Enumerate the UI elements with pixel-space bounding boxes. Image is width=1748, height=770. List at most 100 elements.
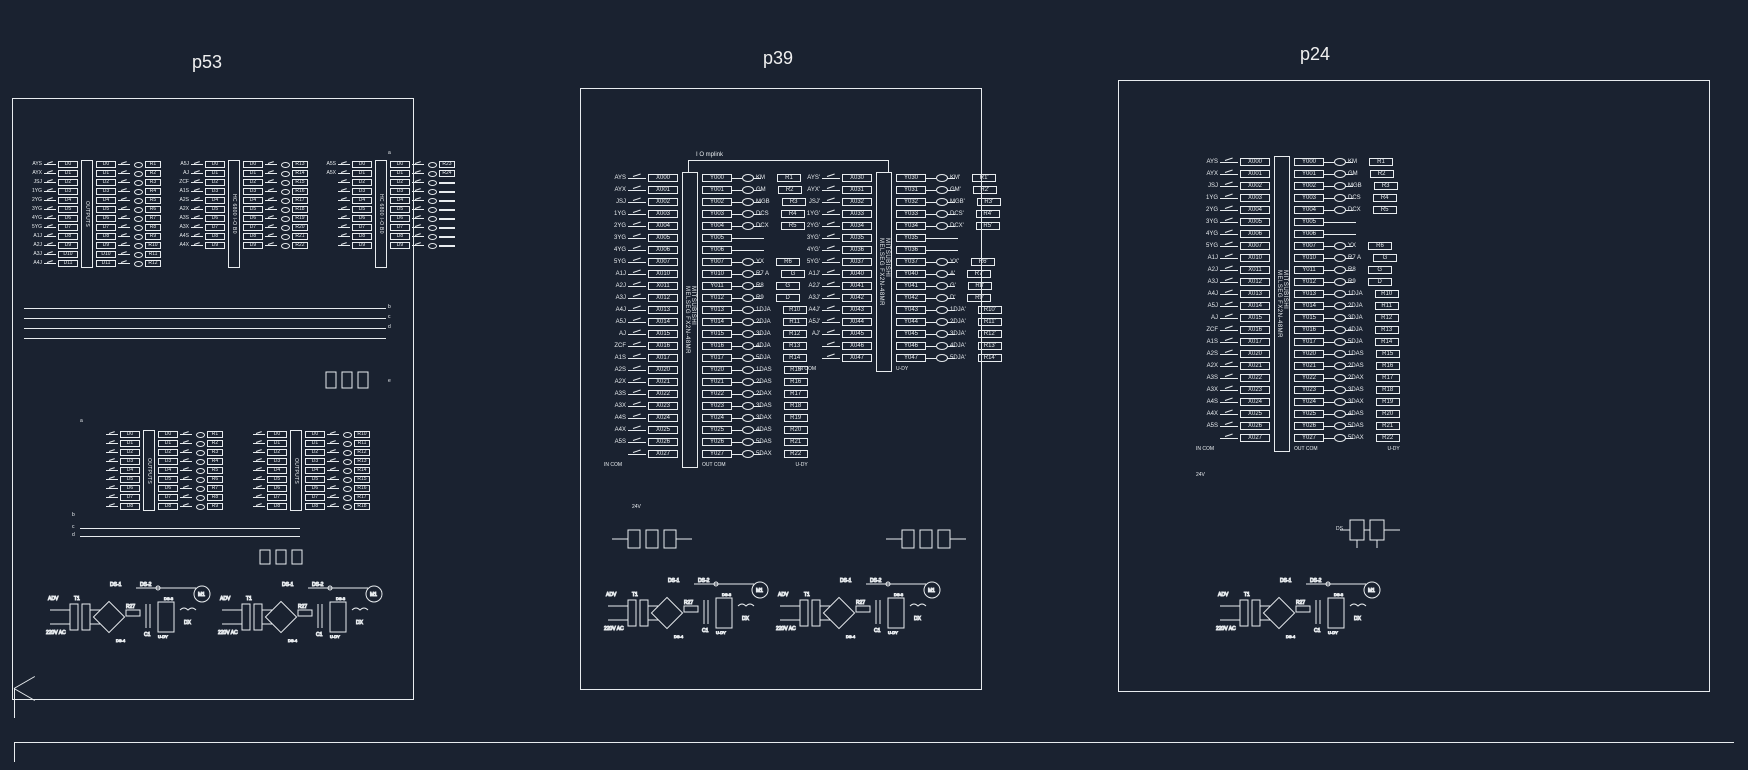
svg-text:220V AC: 220V AC <box>776 626 796 632</box>
plc-footer: OUT COMU-DY <box>1294 446 1400 452</box>
plc-input-row: AYS'X030 <box>798 172 872 184</box>
svg-text:DS-2: DS-2 <box>1310 578 1322 584</box>
plc-input-row: AJX015 <box>1196 312 1270 324</box>
plc-output-row: Y006 <box>1294 228 1400 240</box>
svg-text:R27: R27 <box>126 604 135 610</box>
svg-text:U-DY: U-DY <box>330 634 340 639</box>
svg-text:U-DY: U-DY <box>1328 630 1338 635</box>
plc-output-row: Y0222DAXR17 <box>1294 372 1400 384</box>
svg-text:DS-1: DS-1 <box>668 578 680 584</box>
svg-text:220V AC: 220V AC <box>46 630 66 636</box>
plc-input-row: A2XX021 <box>604 376 678 388</box>
plc-input-row: AJ'X045 <box>798 328 872 340</box>
ucs-icon <box>14 674 44 704</box>
plc-p24: AYSX000AYXX001JSJX0021YGX0032YGX0043YGX0… <box>1196 156 1400 452</box>
sub-schematic-0: ADV220V AC T1 R27 C1 U-DY DX DS-2 M1 DS-… <box>46 580 216 650</box>
plc-output-row: Y0175DJAR14 <box>702 352 808 364</box>
svg-text:ADV: ADV <box>606 592 617 598</box>
plc-input-row: A3J'X042 <box>798 292 872 304</box>
p53-bus-lbl-b: b <box>388 304 391 310</box>
plc-output-row: Y000KMR1 <box>1294 156 1400 168</box>
svg-text:DS-1: DS-1 <box>1280 578 1292 584</box>
plc-input-row: AYSX000 <box>1196 156 1270 168</box>
plc-input-row: X027 <box>604 448 678 460</box>
sheet-label-p53: p53 <box>192 52 222 73</box>
plc-input-row: A4XX025 <box>1196 408 1270 420</box>
plc-input-row: X047 <box>798 352 872 364</box>
plc-output-row: Y011R8G <box>702 280 808 292</box>
p53-bot-cluster: D0D1D2D3D4D5D6D7D8OUTPUTSD0R1D1R2D2R3D3R… <box>90 430 370 511</box>
plc-input-row: X027 <box>1196 432 1270 444</box>
svg-text:C1: C1 <box>702 628 709 634</box>
p53-ds-box-bot <box>250 546 320 572</box>
plc-output-row: Y033DCS'R4' <box>896 208 1002 220</box>
plc-output-row: Y005 <box>1294 216 1400 228</box>
plc-output-row: Y000KMR1 <box>702 172 808 184</box>
plc-input-row: AJX015 <box>604 328 678 340</box>
plc-input-row: A5SX026 <box>604 436 678 448</box>
plc-output-row: Y0243DAXR19 <box>702 412 808 424</box>
svg-text:C1: C1 <box>874 628 881 634</box>
p24-24v-label: 24V <box>1196 472 1205 478</box>
svg-text:DX: DX <box>914 616 922 622</box>
svg-text:M1: M1 <box>756 588 763 594</box>
svg-text:DS-2: DS-2 <box>698 578 710 584</box>
plc-input-row: A1JX010 <box>604 268 678 280</box>
plc-output-row: Y012R9D <box>702 292 808 304</box>
p53-bbus-lbl-a: a <box>80 418 83 424</box>
plc-input-row: A1SX017 <box>1196 336 1270 348</box>
plc-input-row: A3JX012 <box>1196 276 1270 288</box>
svg-text:M1: M1 <box>198 592 205 598</box>
plc-input-row: 1YGX003 <box>604 208 678 220</box>
plc-input-row: A5J'X044 <box>798 316 872 328</box>
plc-input-row: A2JX011 <box>604 280 678 292</box>
plc-output-row: Y003DCSR4 <box>702 208 808 220</box>
plc-output-row: Y032MGB'R3' <box>896 196 1002 208</box>
plc-output-row: Y0212DASR16 <box>1294 360 1400 372</box>
plc-input-row: 4YGX006 <box>604 244 678 256</box>
plc-output-row: Y0153DJAR12 <box>1294 312 1400 324</box>
svg-text:220V AC: 220V AC <box>1216 626 1236 632</box>
plc-input-row: 4YGX006 <box>1196 228 1270 240</box>
plc-input-row: 5YGX007 <box>604 256 678 268</box>
plc-output-row: Y012R9D <box>1294 276 1400 288</box>
baseline <box>14 742 1734 743</box>
plc-output-row: Y004DCXR5 <box>1294 204 1400 216</box>
p53-bbus-lbl-d: d <box>72 532 75 538</box>
svg-text:DS-3: DS-3 <box>894 592 904 597</box>
plc-input-row: AYXX001 <box>1196 168 1270 180</box>
p39-ds-box-r <box>886 522 976 556</box>
p53-bbus-1 <box>80 528 300 529</box>
p53-bbus-lbl-c: c <box>72 524 75 530</box>
plc-output-row: Y0475DJA'R14' <box>896 352 1002 364</box>
io-card: A5SD0A5XD1D2D3D4D5D6D7D8D9HC 6800 I-O B0… <box>322 160 455 268</box>
plc-input-row: A5JX014 <box>604 316 678 328</box>
plc-input-row: ZCFX016 <box>1196 324 1270 336</box>
svg-text:C1: C1 <box>316 632 323 638</box>
sheet-label-p24: p24 <box>1300 44 1330 65</box>
plc-output-row: Y0265DASR21 <box>1294 420 1400 432</box>
cad-canvas[interactable]: p53 p39 p24 AYSX000AYXX001JSJX0021YGX003… <box>0 0 1748 770</box>
plc-input-row: A2SX020 <box>604 364 678 376</box>
svg-text:DS-3: DS-3 <box>722 592 732 597</box>
plc-output-row: Y010R7 AG <box>1294 252 1400 264</box>
svg-text:R27: R27 <box>684 600 693 606</box>
p24-ds-box <box>1340 510 1420 550</box>
io-card: D0D1D2D3D4D5D6D7D8OUTPUTSD0R10D1R11D2R12… <box>237 430 370 511</box>
svg-text:T1: T1 <box>632 592 638 598</box>
plc-input-row: JSJX002 <box>604 196 678 208</box>
plc-input-row: A3SX022 <box>1196 372 1270 384</box>
plc-output-row: Y001GMR2 <box>1294 168 1400 180</box>
plc-input-row: A1J'X040 <box>798 268 872 280</box>
plc-footer: OUT COMU-DY <box>702 462 808 468</box>
p53-bbus-lbl-b: b <box>72 512 75 518</box>
svg-text:C1: C1 <box>144 632 151 638</box>
svg-text:ADV: ADV <box>220 596 231 602</box>
plc-input-row: A4JX013 <box>604 304 678 316</box>
plc-input-row: A3XX023 <box>1196 384 1270 396</box>
plc-input-row: 3YGX005 <box>1196 216 1270 228</box>
p53-bus-lbl-c: c <box>388 314 391 320</box>
p39-link-busv-l <box>688 160 689 172</box>
plc-p39-left: AYSX000AYXX001JSJX0021YGX0032YGX0043YGX0… <box>604 172 808 468</box>
plc-output-row: Y034DCX'R5' <box>896 220 1002 232</box>
